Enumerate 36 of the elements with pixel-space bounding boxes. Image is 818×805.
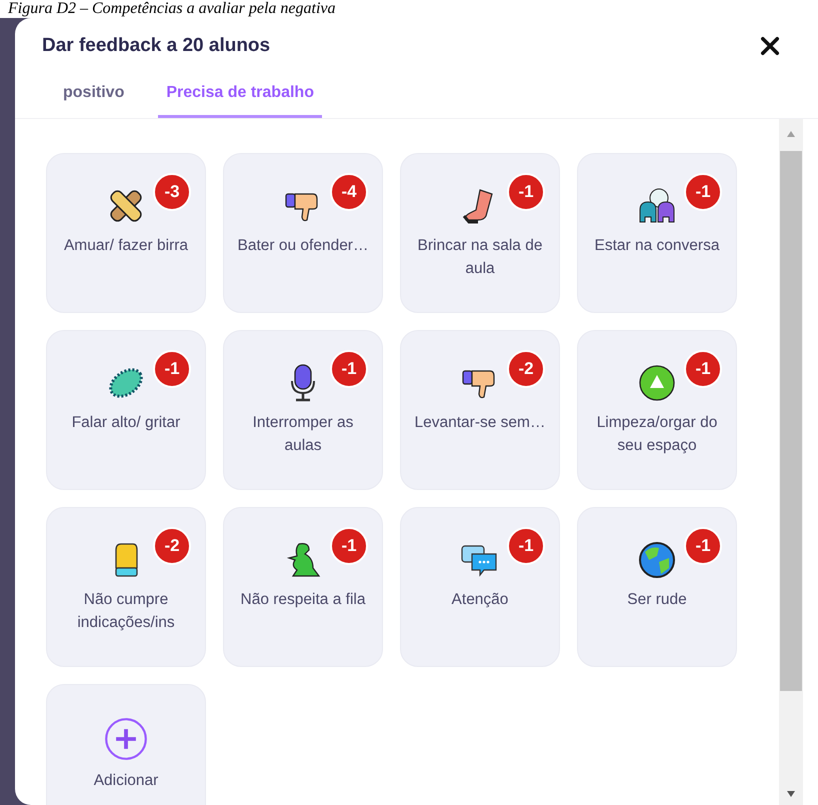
add-behavior-button[interactable]: Adicionar (46, 684, 206, 805)
behavior-button[interactable]: Falar alto/ gritar -1 (46, 330, 206, 490)
plus-circle-icon (104, 716, 148, 760)
points-badge: -1 (153, 350, 191, 388)
points-badge: -1 (684, 526, 722, 564)
points-badge: -2 (153, 526, 191, 564)
points-badge: -2 (507, 350, 545, 388)
monsters-icon (637, 186, 677, 226)
behavior-button[interactable]: Limpeza/orgar do seu espaço -1 (577, 330, 737, 490)
points-badge: -1 (330, 350, 368, 388)
behavior-button[interactable]: Interromper as aulas -1 (223, 330, 383, 490)
behavior-button[interactable]: Bater ou ofender… -4 (223, 152, 383, 312)
scroll-up-icon (786, 128, 796, 138)
behavior-button[interactable]: Brincar na sala de aula -1 (400, 152, 560, 312)
points-badge: -1 (330, 526, 368, 564)
behavior-button[interactable]: Atenção -1 (400, 506, 560, 666)
dialog-title: Dar feedback a 20 alunos (42, 34, 270, 58)
behavior-button[interactable]: Ser rude -1 (577, 506, 737, 666)
points-badge: -1 (684, 350, 722, 388)
behavior-button[interactable]: Estar na conversa -1 (577, 152, 737, 312)
points-badge: -4 (330, 172, 368, 210)
behavior-button[interactable]: Amuar/ fazer birra -3 (46, 152, 206, 312)
behavior-button[interactable]: Não cumpre indicações/ins -2 (46, 506, 206, 666)
tab[interactable]: Precisa de trabalho (158, 74, 322, 118)
behavior-button[interactable]: Levantar-se sem… -2 (400, 330, 560, 490)
scrollbar[interactable] (779, 118, 803, 805)
points-badge: -3 (153, 172, 191, 210)
scroll-down-icon (786, 789, 796, 799)
points-badge: -1 (684, 172, 722, 210)
points-badge: -1 (507, 526, 545, 564)
behavior-button[interactable]: Não respeita a fila -1 (223, 506, 383, 666)
figure-caption: Figura D2 – Competências a avaliar pela negativa (7, 0, 337, 18)
points-badge: -1 (507, 172, 545, 210)
recycle-icon (637, 362, 677, 402)
globe-icon (637, 540, 677, 580)
tab[interactable]: positivo (55, 74, 132, 118)
